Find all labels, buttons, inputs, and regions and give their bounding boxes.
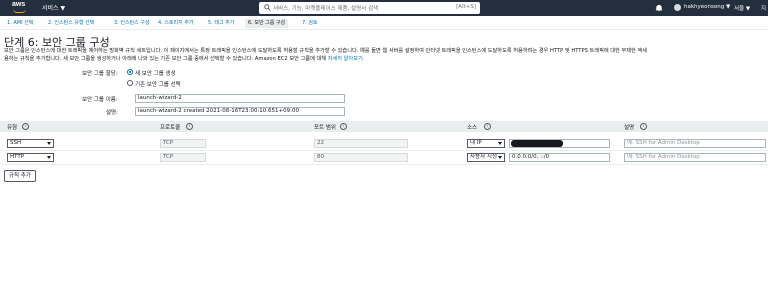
- page-description: 보안 그룹은 인스턴스에 대한 트래픽을 제어하는 방화벽 규칙 세트입니다. …: [4, 47, 768, 63]
- tab-instance-type[interactable]: 2. 인스턴스 유형 선택: [45, 19, 97, 28]
- aws-smile-icon: [13, 9, 26, 13]
- description-line-2: 용하는 규칙을 추가합니다. 새 보안 그룹을 생성하거나 아래에 나와 있는 …: [4, 56, 328, 62]
- type-select[interactable]: SSH: [7, 139, 54, 148]
- tab-review[interactable]: 7. 검토: [299, 19, 321, 28]
- aws-logo[interactable]: aws: [12, 1, 30, 15]
- protocol-field: TCP: [160, 139, 206, 148]
- group-desc-input[interactable]: launch-wizard-2 created 2021-08-16T23:00…: [135, 107, 345, 116]
- info-icon[interactable]: i: [484, 123, 491, 130]
- info-icon[interactable]: i: [186, 123, 193, 130]
- header-port: 포트 범위: [314, 125, 336, 131]
- table-row: HTTP TCP 80 사용자 지정 0.0.0.0/0, ::/0 예: SS…: [0, 151, 768, 165]
- user-menu[interactable]: hakhyeonsong ▼: [684, 4, 730, 10]
- tab-security-group[interactable]: 6. 보안 그룹 구성: [245, 19, 289, 28]
- port-field: 80: [314, 153, 408, 162]
- support-menu[interactable]: 지: [761, 4, 766, 12]
- assign-label: 보안 그룹 할당:: [82, 71, 118, 77]
- protocol-field: TCP: [160, 153, 206, 162]
- description-line-1: 보안 그룹은 인스턴스에 대한 트래픽을 제어하는 방화벽 규칙 세트입니다. …: [4, 48, 647, 54]
- search-placeholder: 서비스, 기능, 마켓플레이스 제품, 설명서 검색: [273, 6, 379, 12]
- source-input[interactable]: 0.0.0.0/0, ::/0: [509, 153, 610, 162]
- info-icon[interactable]: i: [22, 123, 29, 130]
- source-select[interactable]: 사용자 지정: [467, 153, 505, 162]
- tab-tags[interactable]: 5. 태그 추가: [205, 19, 237, 28]
- wizard-steps: 1. AMI 선택 2. 인스턴스 유형 선택 3. 인스턴스 구성 4. 스토…: [0, 17, 768, 30]
- group-name-label: 보안 그룹 이름:: [82, 97, 118, 103]
- info-icon[interactable]: i: [340, 123, 347, 130]
- tab-storage[interactable]: 4. 스토리지 추가: [155, 19, 197, 28]
- tab-ami[interactable]: 1. AMI 선택: [4, 19, 36, 28]
- radio-existing-group-label: 기존 보안 그룹 선택: [135, 82, 181, 88]
- radio-new-group[interactable]: [127, 69, 133, 75]
- source-select[interactable]: 내 IP: [467, 139, 505, 148]
- rule-description-input[interactable]: 예: SSH for Admin Desktop: [624, 139, 766, 148]
- top-nav: aws 서비스 ▼ 서비스, 기능, 마켓플레이스 제품, 설명서 검색 [Al…: [0, 0, 768, 16]
- add-rule-button[interactable]: 규칙 추가: [4, 170, 36, 182]
- group-name-input[interactable]: launch-wizard-2: [135, 94, 345, 103]
- services-menu[interactable]: 서비스 ▼: [42, 3, 65, 12]
- avatar: [674, 4, 681, 11]
- region-menu[interactable]: 서울 ▼: [734, 4, 750, 12]
- search-input[interactable]: 서비스, 기능, 마켓플레이스 제품, 설명서 검색 [Alt+S]: [259, 2, 480, 14]
- rules-table-header: 유형 i 프로토콜 i 포트 범위 i 소스 i 설명 i: [0, 121, 768, 132]
- aws-logo-text: aws: [12, 1, 26, 8]
- type-select[interactable]: HTTP: [7, 153, 54, 162]
- search-shortcut: [Alt+S]: [456, 4, 476, 10]
- redaction-mark: [511, 140, 563, 147]
- rule-description-input[interactable]: 예: SSH for Admin Desktop: [624, 153, 766, 162]
- header-type: 유형: [7, 125, 18, 131]
- header-source: 소스: [467, 125, 478, 131]
- learn-more-link[interactable]: 자세히 알아보기.: [328, 56, 365, 62]
- bell-icon[interactable]: [655, 4, 663, 12]
- header-description: 설명: [624, 125, 635, 131]
- radio-new-group-label: 새 보안 그룹 생성: [135, 71, 176, 77]
- table-row: SSH TCP 22 내 IP 예: SSH for Admin Desktop: [0, 137, 768, 151]
- info-icon[interactable]: i: [640, 123, 647, 130]
- radio-existing-group[interactable]: [127, 80, 133, 86]
- group-desc-label: 설명:: [106, 110, 118, 116]
- header-protocol: 프로토콜: [160, 125, 181, 131]
- port-field: 22: [314, 139, 408, 148]
- search-icon: [264, 4, 271, 11]
- tab-instance-config[interactable]: 3. 인스턴스 구성: [111, 19, 153, 28]
